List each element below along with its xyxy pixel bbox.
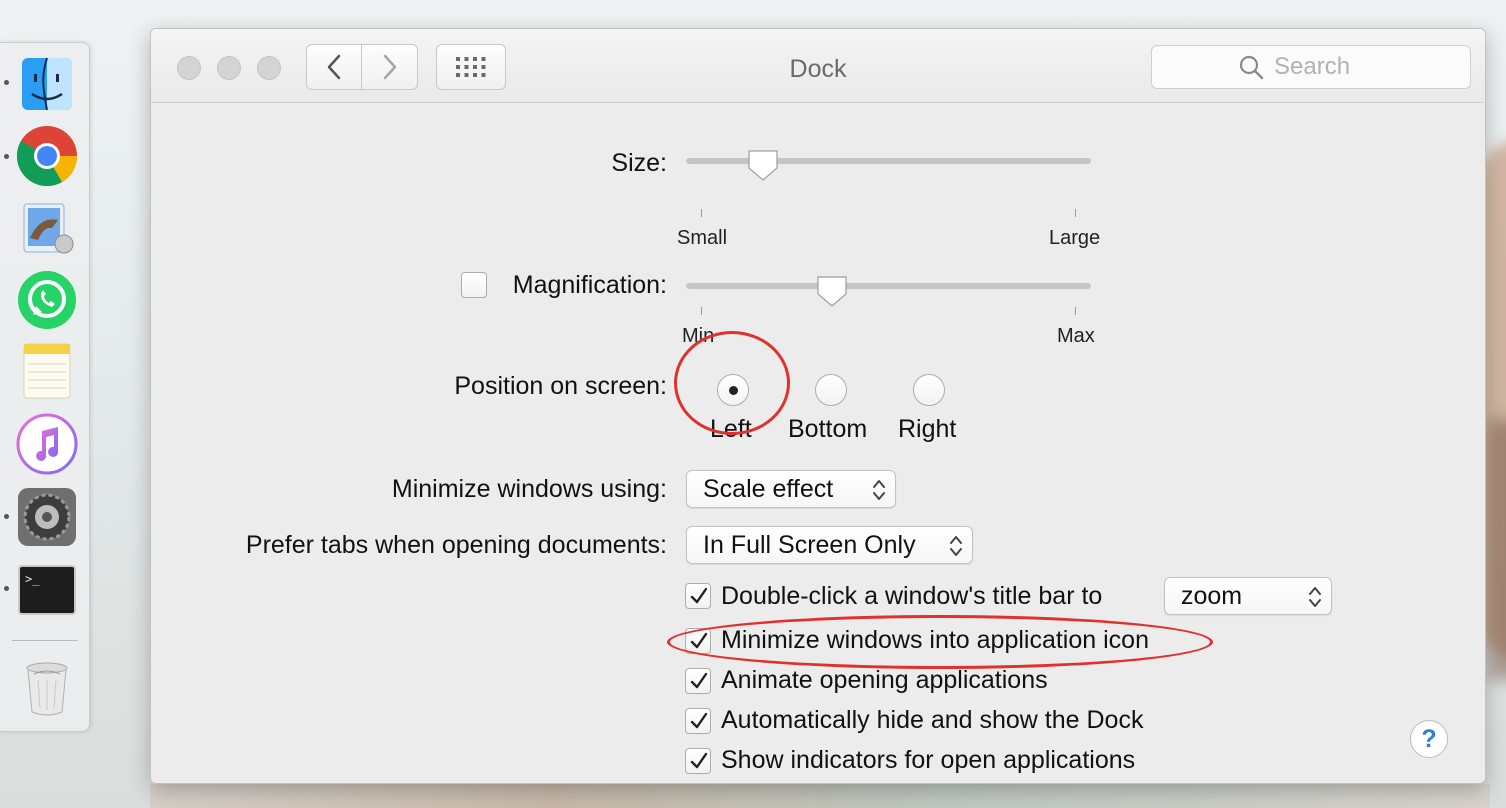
position-bottom-label: Bottom <box>788 415 868 443</box>
double-click-action-popup[interactable]: zoom <box>1164 577 1332 615</box>
desktop-wallpaper-bottom <box>150 784 1490 808</box>
finder-icon[interactable] <box>16 54 78 116</box>
magnification-min-label: Min <box>682 325 715 347</box>
chrome-icon[interactable] <box>16 125 78 187</box>
size-slider-thumb[interactable] <box>746 148 780 182</box>
magnification-max-label: Max <box>1057 325 1095 347</box>
running-indicator <box>4 586 9 591</box>
up-down-arrows-icon <box>873 480 885 500</box>
size-max-label: Large <box>1049 227 1101 249</box>
indicators-checkbox[interactable] <box>685 748 711 774</box>
prefer-tabs-value: In Full Screen Only <box>703 531 916 559</box>
itunes-icon[interactable] <box>16 413 78 475</box>
titlebar: Dock <box>151 29 1485 103</box>
checkmark-icon <box>690 587 708 604</box>
minimize-using-label: Minimize windows using: <box>391 475 667 503</box>
size-label: Size: <box>611 149 667 177</box>
double-click-label: Double-click a window's title bar to <box>721 582 1103 610</box>
svg-text:>_: >_ <box>25 572 40 586</box>
minimize-effect-popup[interactable]: Scale effect <box>686 470 896 508</box>
search-icon <box>1239 55 1264 80</box>
trash-icon[interactable] <box>16 656 78 718</box>
autohide-checkbox[interactable] <box>685 708 711 734</box>
running-indicator <box>4 154 9 159</box>
minimize-into-icon-checkbox[interactable] <box>685 628 711 654</box>
search-input[interactable] <box>1274 53 1384 81</box>
magnification-label: Magnification: <box>512 271 667 299</box>
dock: >_ <box>0 42 90 732</box>
system-preferences-icon[interactable] <box>16 486 78 548</box>
dock-preferences-window: Dock Size: Small Large Magnification: Mi… <box>150 28 1486 784</box>
dock-separator <box>12 640 78 641</box>
checkmark-icon <box>690 752 708 769</box>
position-left-radio[interactable] <box>717 374 749 406</box>
mail-icon[interactable] <box>16 198 78 260</box>
magnification-slider-track[interactable] <box>686 283 1091 289</box>
prefer-tabs-popup[interactable]: In Full Screen Only <box>686 526 973 564</box>
position-bottom-radio[interactable] <box>815 374 847 406</box>
checkmark-icon <box>690 632 708 649</box>
help-button[interactable]: ? <box>1410 720 1448 758</box>
double-click-action-value: zoom <box>1181 582 1243 610</box>
size-tick-max <box>1075 209 1076 217</box>
animate-checkbox[interactable] <box>685 668 711 694</box>
position-label: Position on screen: <box>454 372 667 400</box>
magnification-slider-thumb[interactable] <box>815 274 849 308</box>
autohide-label: Automatically hide and show the Dock <box>721 706 1144 734</box>
up-down-arrows-icon <box>950 536 962 556</box>
prefer-tabs-label: Prefer tabs when opening documents: <box>245 531 667 559</box>
animate-label: Animate opening applications <box>721 666 1048 694</box>
checkmark-icon <box>690 672 708 689</box>
preferences-content: Size: Small Large Magnification: Min Max… <box>151 103 1485 783</box>
position-right-radio[interactable] <box>913 374 945 406</box>
size-min-label: Small <box>677 227 728 249</box>
indicators-label: Show indicators for open applications <box>721 746 1136 774</box>
search-field[interactable] <box>1151 45 1471 89</box>
position-left-label: Left <box>710 415 752 443</box>
whatsapp-icon[interactable] <box>16 269 78 331</box>
checkmark-icon <box>690 712 708 729</box>
magnification-tick-max <box>1075 307 1076 315</box>
desktop-wallpaper-shadow <box>1488 420 1506 680</box>
double-click-checkbox[interactable] <box>685 583 711 609</box>
notes-icon[interactable] <box>16 340 78 402</box>
minimize-effect-value: Scale effect <box>703 475 834 503</box>
magnification-tick-min <box>701 307 702 315</box>
terminal-icon[interactable]: >_ <box>16 559 78 621</box>
minimize-into-icon-label: Minimize windows into application icon <box>721 626 1149 654</box>
up-down-arrows-icon <box>1309 587 1321 607</box>
position-right-label: Right <box>898 415 957 443</box>
radio-selected-dot <box>729 386 738 395</box>
running-indicator <box>4 80 9 85</box>
running-indicator <box>4 514 9 519</box>
size-tick-min <box>701 209 702 217</box>
